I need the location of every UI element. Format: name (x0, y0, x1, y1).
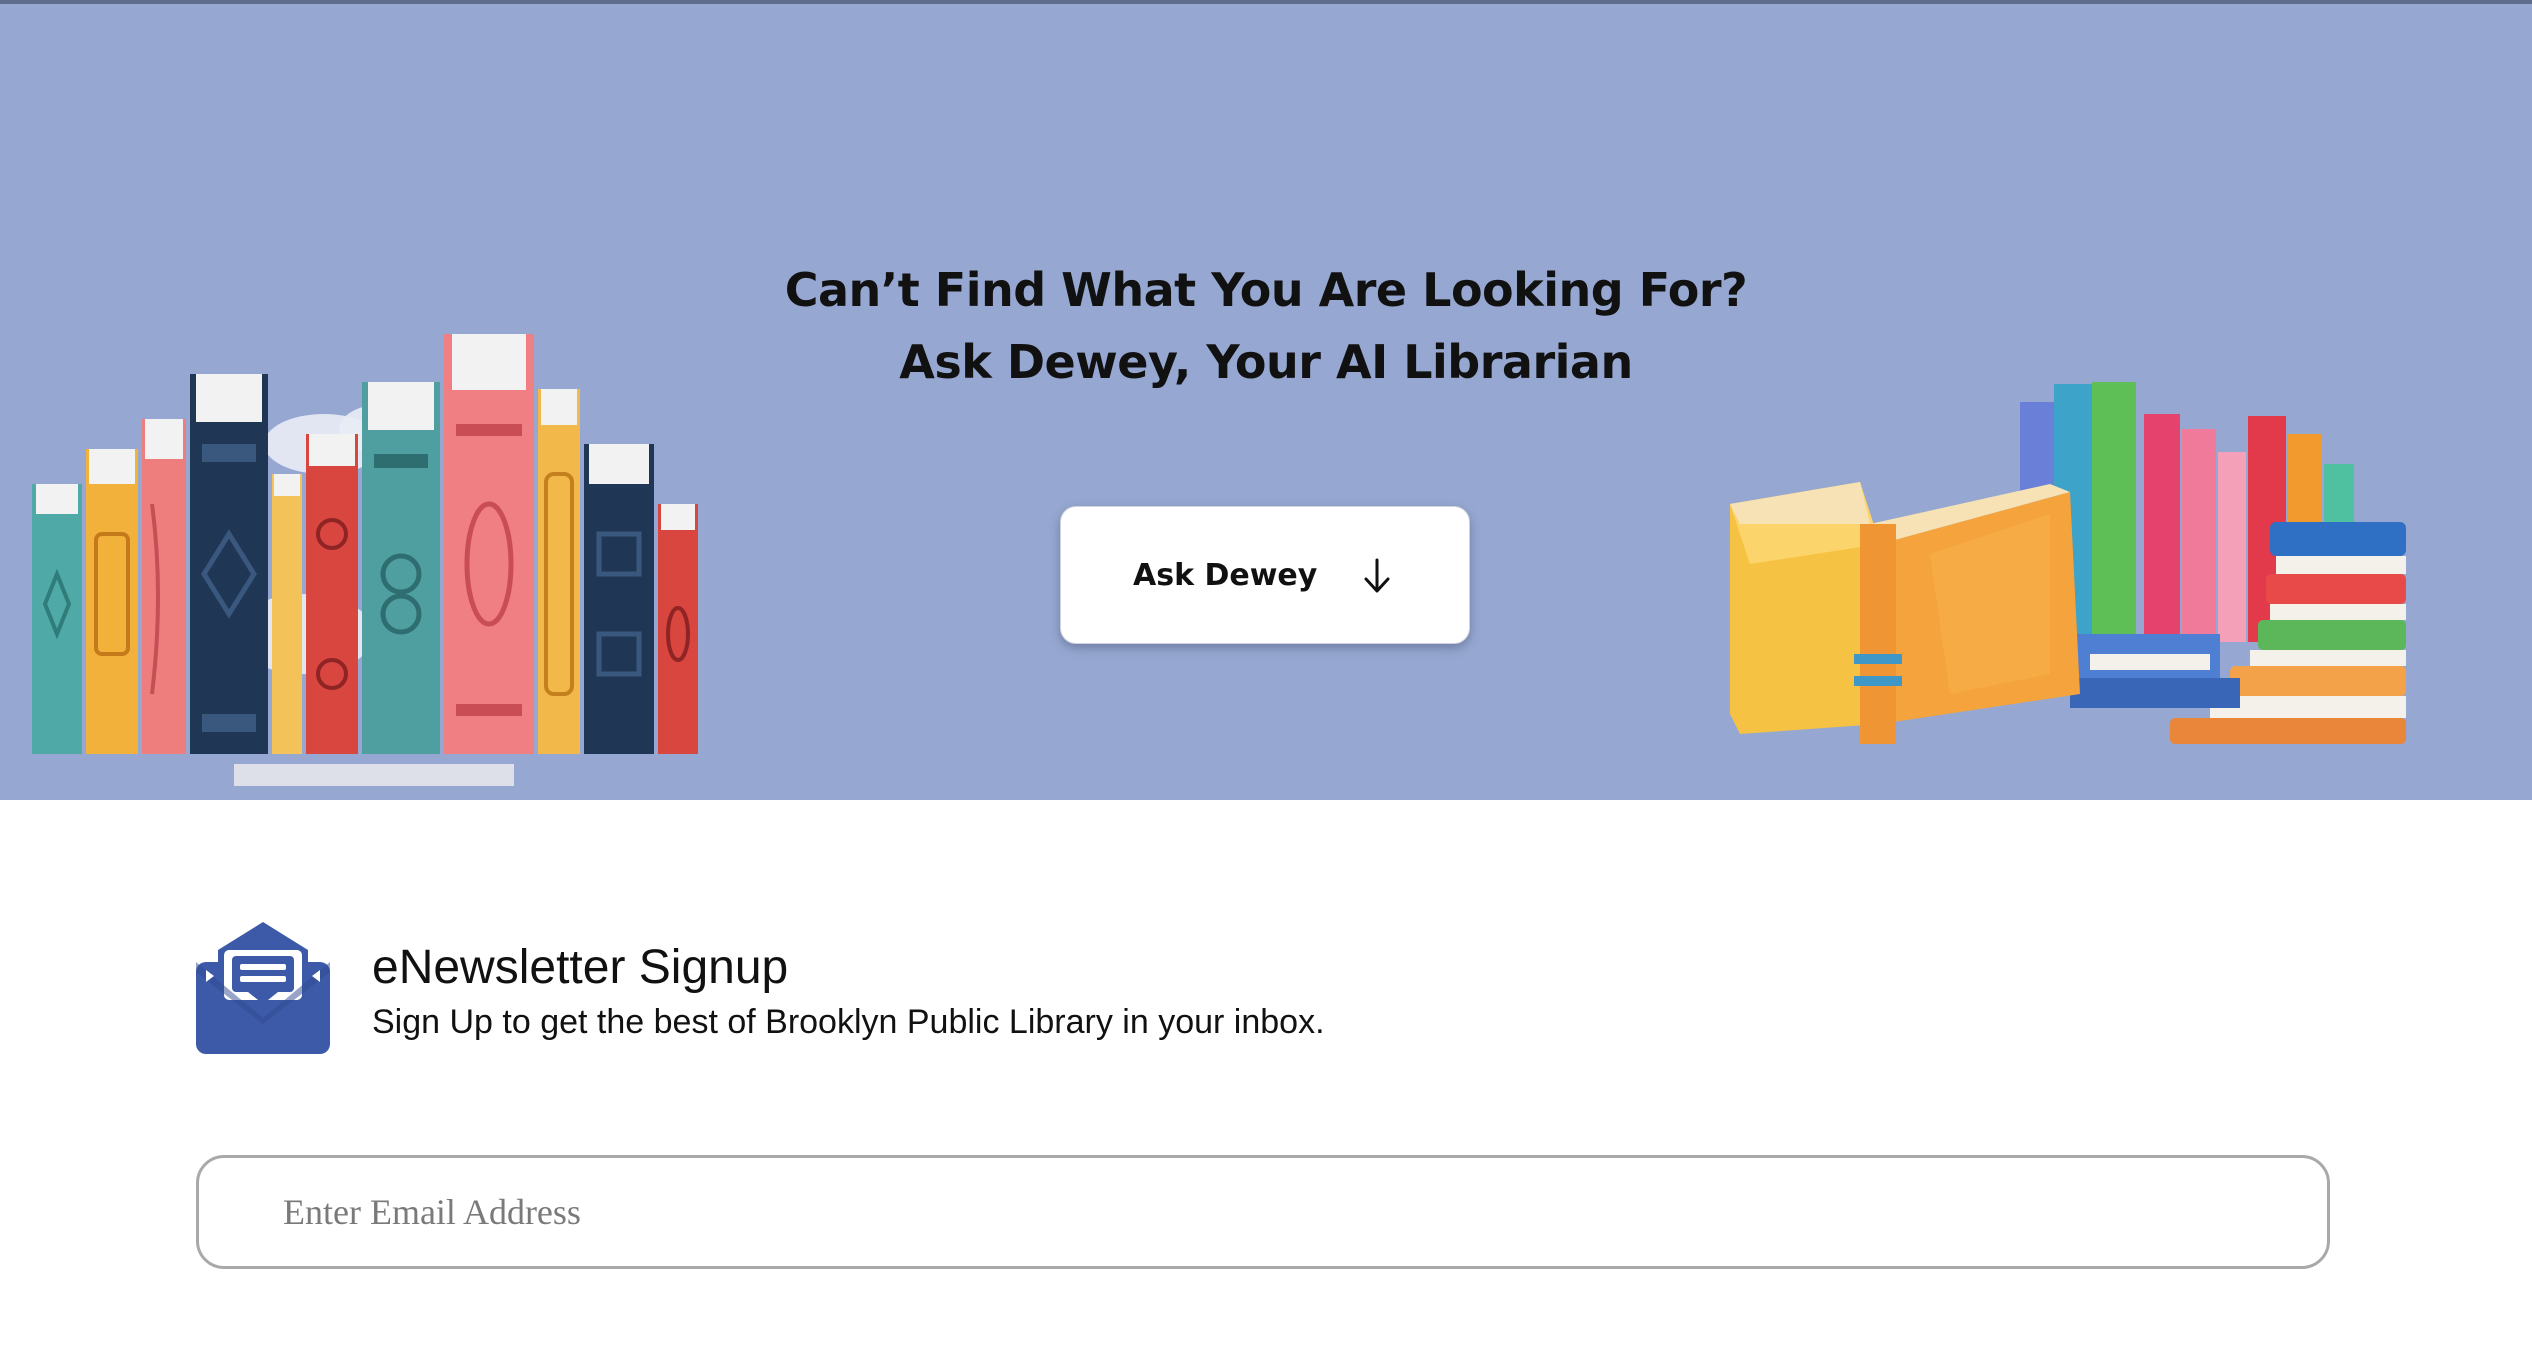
dewey-hero-banner: Can’t Find What You Are Looking For? Ask… (0, 4, 2532, 800)
bookshelf-illustration (32, 334, 698, 786)
ask-dewey-label: Ask Dewey (1133, 558, 1318, 593)
newsletter-subtitle: Sign Up to get the best of Brooklyn Publ… (372, 1003, 1325, 1041)
email-field-container (196, 1155, 2330, 1269)
hero-heading-line-1: Can’t Find What You Are Looking For? (784, 263, 1748, 317)
email-input[interactable] (283, 1158, 2263, 1266)
newsletter-title: eNewsletter Signup (372, 941, 789, 994)
book-stack-illustration (1730, 382, 2406, 744)
ask-dewey-button[interactable]: Ask Dewey (1060, 506, 1470, 644)
envelope-icon (196, 922, 330, 1054)
arrow-down-icon (1364, 558, 1390, 593)
